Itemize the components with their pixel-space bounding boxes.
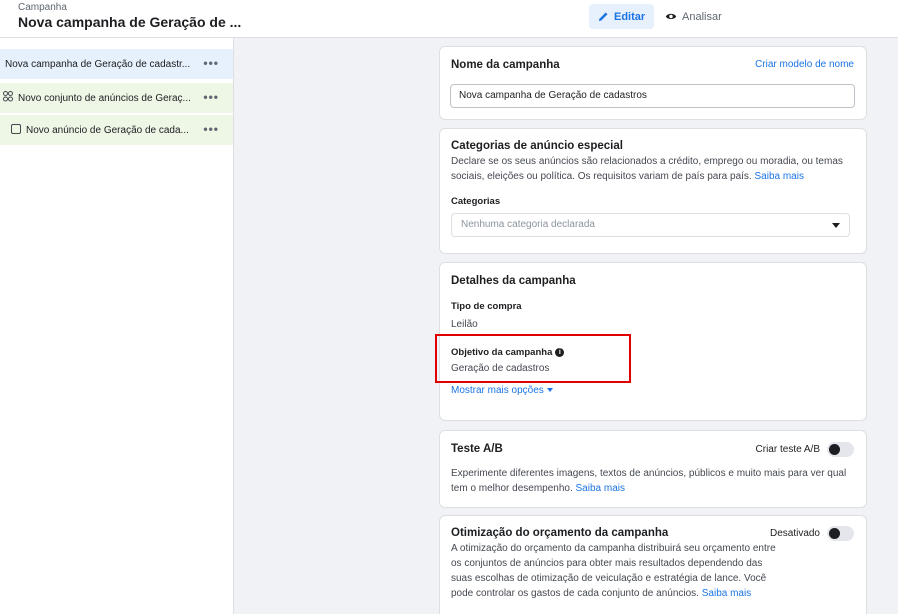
budget-optimization-heading: Otimização do orçamento da campanha [451,527,669,539]
campaign-tree-sidebar: Nova campanha de Geração de cadastr... •… [0,38,234,614]
buy-type-value: Leilão [451,319,478,330]
budget-optimization-toggle-label: Desativado [769,528,820,539]
caret-down-icon [546,388,553,393]
caret-down-icon [832,223,840,228]
show-more-options-label: Mostrar mais opções [451,385,544,396]
objective-label: Objetivo da campanha i [451,347,565,358]
ad-square-icon [11,123,21,137]
more-options-icon[interactable]: ••• [203,56,219,70]
ab-test-text: Experimente diferentes imagens, textos d… [451,468,847,494]
learn-more-link[interactable]: Saiba mais [702,588,751,599]
ab-test-heading: Teste A/B [451,443,503,455]
info-icon[interactable]: i [555,347,565,357]
eye-icon [665,13,677,20]
ab-test-toggle[interactable] [827,442,854,457]
tree-item-ad[interactable]: Novo anúncio de Geração de cada... ••• [0,115,233,145]
campaign-details-heading: Detalhes da campanha [451,275,576,287]
ab-test-description: Experimente diferentes imagens, textos d… [451,466,856,496]
grid-icon [3,91,13,105]
learn-more-link[interactable]: Saiba mais [754,171,803,182]
top-bar: Campanha Nova campanha de Geração de ...… [0,0,898,38]
campaign-name-heading: Nome da campanha [451,59,560,71]
breadcrumb: Campanha [18,2,67,13]
tree-item-label: Nova campanha de Geração de cadastr... [5,58,191,70]
tree-item-adset[interactable]: Novo conjunto de anúncios de Geraç... ••… [0,83,233,113]
create-name-template-link[interactable]: Criar modelo de nome [755,59,854,70]
show-more-options-link[interactable]: Mostrar mais opções [451,385,553,396]
campaign-name-card: Nome da campanha Criar modelo de nome No… [439,46,867,120]
ab-test-card: Teste A/B Criar teste A/B Experimente di… [439,430,867,508]
tree-item-label: Novo conjunto de anúncios de Geraç... [18,92,191,104]
tree-item-campaign[interactable]: Nova campanha de Geração de cadastr... •… [0,49,233,79]
campaign-details-card: Detalhes da campanha Tipo de compra Leil… [439,262,867,421]
objective-value: Geração de cadastros [451,363,550,374]
more-options-icon[interactable]: ••• [203,90,219,104]
more-options-icon[interactable]: ••• [203,122,219,136]
page-title: Nova campanha de Geração de ... [18,14,242,30]
budget-optimization-card: Otimização do orçamento da campanha Desa… [439,515,867,614]
objective-label-text: Objetivo da campanha [451,347,553,358]
review-mode-button[interactable]: Analisar [656,4,731,29]
edit-mode-label: Editar [614,10,646,23]
categories-select[interactable]: Nenhuma categoria declarada [451,213,850,237]
special-categories-card: Categorias de anúncio especial Declare s… [439,128,867,254]
learn-more-link[interactable]: Saiba mais [576,483,625,494]
budget-optimization-toggle[interactable] [827,526,854,541]
toggle-knob [829,444,840,455]
ab-test-toggle-label: Criar teste A/B [755,444,820,455]
pencil-icon [598,12,608,22]
categories-select-value: Nenhuma categoria declarada [461,219,595,230]
tree-item-label: Novo anúncio de Geração de cada... [26,124,189,136]
toggle-knob [829,528,840,539]
edit-mode-button[interactable]: Editar [589,4,655,29]
categories-label: Categorias [451,196,501,207]
campaign-name-input[interactable]: Nova campanha de Geração de cadastros [450,84,855,108]
special-categories-description: Declare se os seus anúncios são relacion… [451,154,855,184]
buy-type-label: Tipo de compra [451,301,522,312]
budget-optimization-description: A otimização do orçamento da campanha di… [451,541,781,601]
review-mode-label: Analisar [682,10,722,23]
special-categories-heading: Categorias de anúncio especial [451,140,623,152]
